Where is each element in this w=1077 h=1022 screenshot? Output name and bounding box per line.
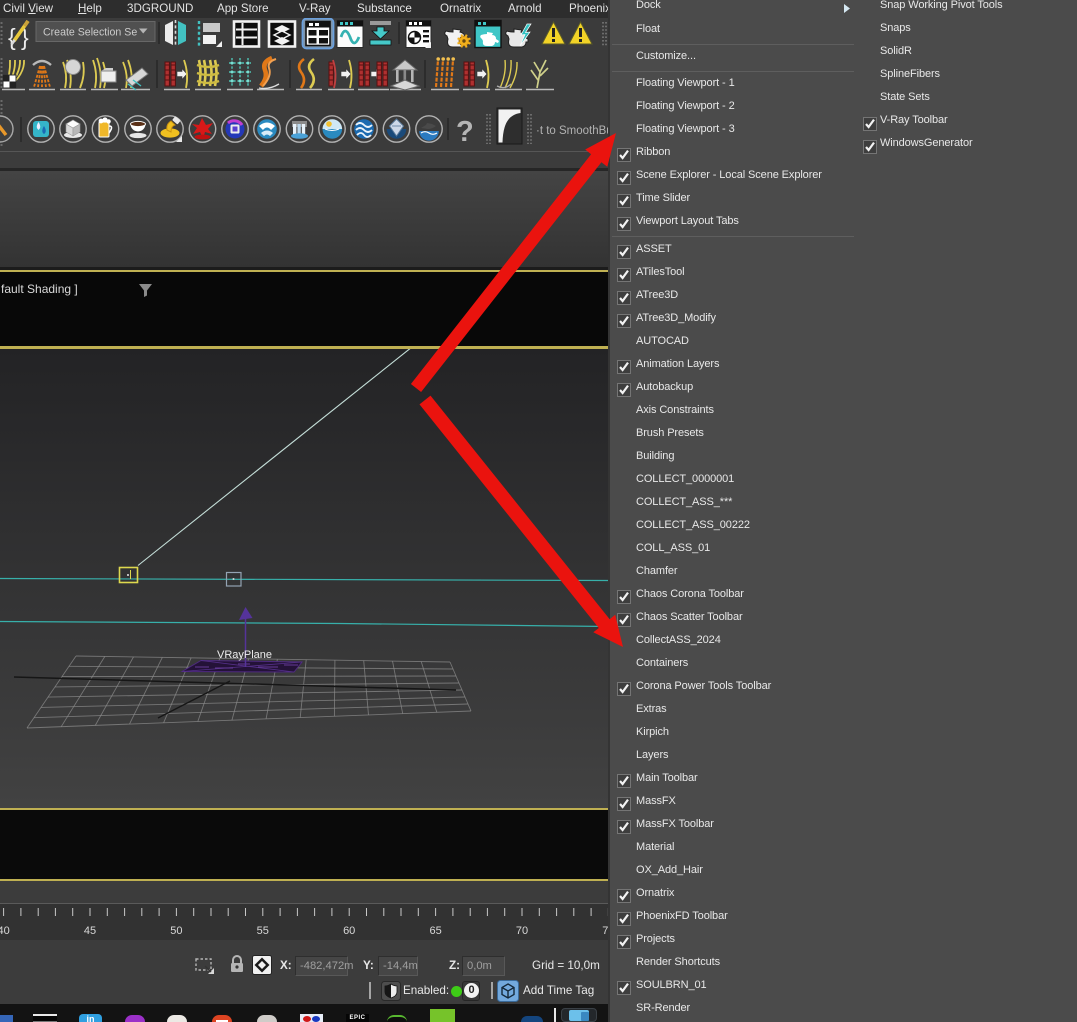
svg-text:60: 60 bbox=[343, 925, 355, 937]
svg-text:45: 45 bbox=[84, 925, 96, 937]
svg-text:?: ? bbox=[456, 116, 474, 148]
svg-text:·t to SmoothBu: ·t to SmoothBu bbox=[536, 125, 608, 137]
svg-text:70: 70 bbox=[516, 925, 528, 937]
svg-text:55: 55 bbox=[257, 925, 269, 937]
svg-text:Create Selection Se: Create Selection Se bbox=[43, 27, 137, 39]
svg-text:65: 65 bbox=[429, 925, 441, 937]
svg-text:50: 50 bbox=[170, 925, 182, 937]
svg-text:40: 40 bbox=[0, 925, 10, 937]
svg-text:VRayPlane: VRayPlane bbox=[217, 649, 272, 661]
